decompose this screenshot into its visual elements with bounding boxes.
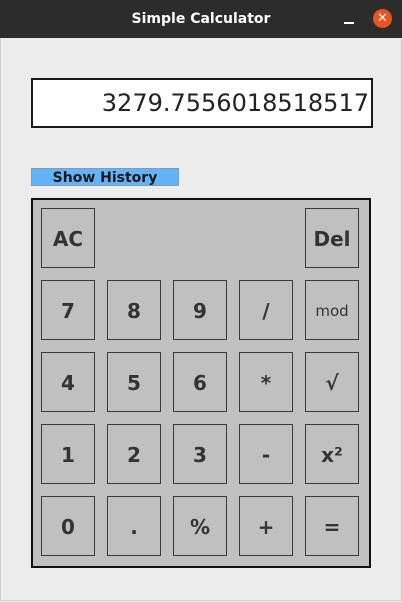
minus-button[interactable]: - — [239, 424, 293, 484]
mod-button[interactable]: mod — [305, 280, 359, 340]
minimize-button[interactable] — [339, 13, 359, 27]
percent-button[interactable]: % — [173, 496, 227, 556]
keypad: AC Del 7 8 9 / mod 4 5 6 * √ 1 2 3 - x² … — [31, 198, 371, 568]
equals-button[interactable]: = — [305, 496, 359, 556]
calculator-display: 3279.7556018518517 — [31, 78, 373, 128]
digit-0-button[interactable]: 0 — [41, 496, 95, 556]
show-history-button[interactable]: Show History — [31, 168, 179, 186]
plus-button[interactable]: + — [239, 496, 293, 556]
digit-5-button[interactable]: 5 — [107, 352, 161, 412]
square-button[interactable]: x² — [305, 424, 359, 484]
digit-9-button[interactable]: 9 — [173, 280, 227, 340]
digit-4-button[interactable]: 4 — [41, 352, 95, 412]
clear-all-button[interactable]: AC — [41, 208, 95, 268]
delete-button[interactable]: Del — [305, 208, 359, 268]
digit-1-button[interactable]: 1 — [41, 424, 95, 484]
minimize-icon — [344, 22, 354, 24]
close-button[interactable]: ✕ — [373, 9, 392, 28]
divide-button[interactable]: / — [239, 280, 293, 340]
close-icon: ✕ — [377, 11, 388, 26]
digit-8-button[interactable]: 8 — [107, 280, 161, 340]
digit-6-button[interactable]: 6 — [173, 352, 227, 412]
square-root-button[interactable]: √ — [305, 352, 359, 412]
digit-2-button[interactable]: 2 — [107, 424, 161, 484]
title-bar: Simple Calculator ✕ — [0, 0, 402, 38]
digit-3-button[interactable]: 3 — [173, 424, 227, 484]
decimal-point-button[interactable]: . — [107, 496, 161, 556]
multiply-button[interactable]: * — [239, 352, 293, 412]
digit-7-button[interactable]: 7 — [41, 280, 95, 340]
